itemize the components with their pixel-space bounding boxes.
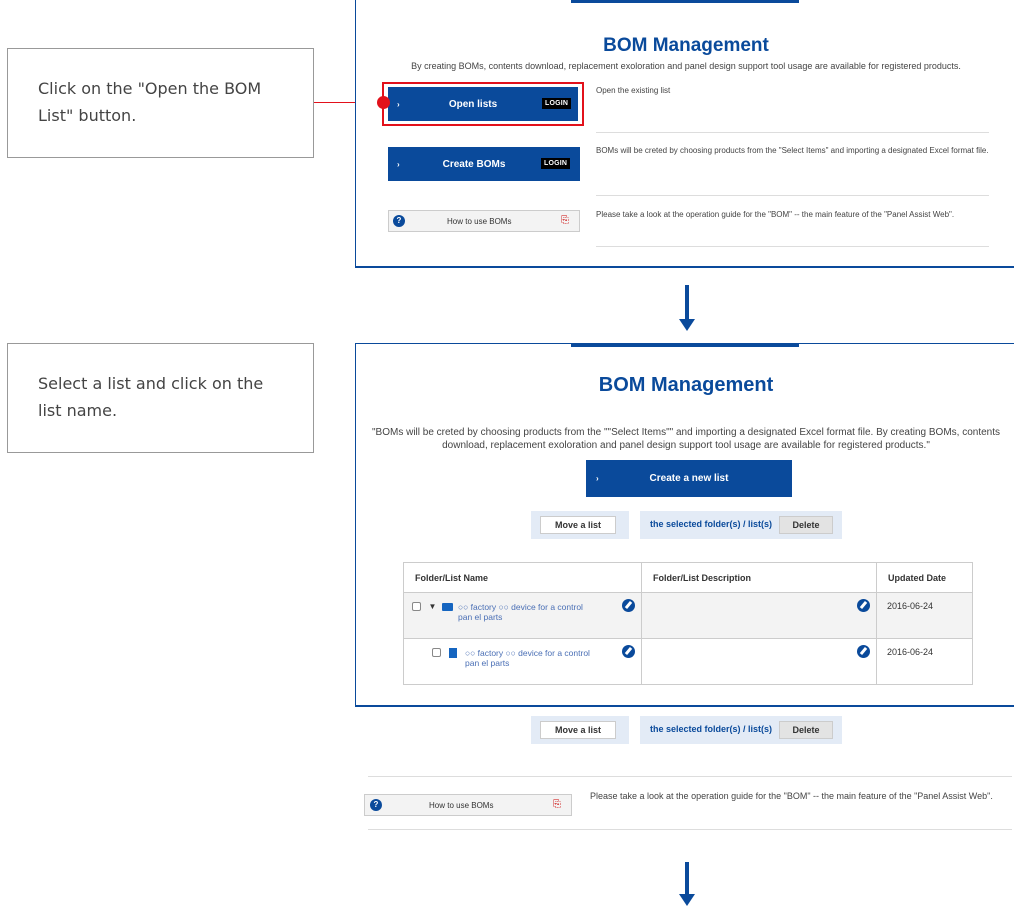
page-title: BOM Management bbox=[603, 35, 769, 56]
open-lists-description: Open the existing list bbox=[596, 86, 671, 95]
instruction-text: Click on the "Open the BOM List" button. bbox=[38, 79, 262, 125]
list-name-link[interactable]: ○○ factory ○○ device for a control pan e… bbox=[465, 648, 593, 668]
divider bbox=[596, 246, 989, 247]
expand-triangle-icon[interactable]: ▼ bbox=[429, 602, 437, 611]
panel-tab-indicator bbox=[571, 343, 799, 347]
down-arrow-icon bbox=[679, 862, 695, 910]
edit-icon[interactable] bbox=[857, 599, 870, 612]
description-cell bbox=[641, 638, 877, 685]
question-icon: ? bbox=[370, 799, 382, 811]
instruction-callout-step2: Select a list and click on the list name… bbox=[7, 343, 314, 453]
move-area: Move a list bbox=[531, 716, 629, 744]
page-subtitle: By creating BOMs, contents download, rep… bbox=[411, 61, 961, 71]
date-cell: 2016-06-24 bbox=[876, 592, 973, 639]
name-cell: ○○ factory ○○ device for a control pan e… bbox=[403, 638, 642, 685]
table-row: ▼ ○○ factory ○○ device for a control pan… bbox=[403, 592, 973, 639]
how-to-description: Please take a look at the operation guid… bbox=[596, 210, 955, 219]
row-checkbox[interactable] bbox=[412, 602, 421, 612]
divider bbox=[368, 776, 1012, 777]
divider bbox=[596, 195, 989, 196]
edit-icon[interactable] bbox=[622, 599, 635, 612]
page-title: BOM Management bbox=[598, 374, 774, 396]
instruction-text: Select a list and click on the list name… bbox=[38, 374, 264, 420]
description-cell bbox=[641, 592, 877, 639]
date-cell: 2016-06-24 bbox=[876, 638, 973, 685]
divider bbox=[368, 829, 1012, 830]
pdf-icon: ⎘ bbox=[553, 799, 561, 810]
selected-actions-area: the selected folder(s) / list(s) Delete bbox=[640, 716, 842, 744]
highlight-frame bbox=[382, 82, 584, 126]
list-icon bbox=[448, 647, 457, 658]
move-list-button[interactable]: Move a list bbox=[540, 516, 616, 534]
login-badge: LOGIN bbox=[541, 158, 571, 169]
create-boms-description: BOMs will be creted by choosing products… bbox=[596, 146, 989, 155]
bom-management-panel-lists: BOM Management "BOMs will be creted by c… bbox=[355, 343, 1014, 830]
table-header-row: Folder/List Name Folder/List Description… bbox=[403, 562, 973, 593]
selected-actions-area: the selected folder(s) / list(s) Delete bbox=[640, 511, 842, 539]
button-label: How to use BOMs bbox=[447, 217, 512, 226]
move-area: Move a list bbox=[531, 511, 629, 539]
bom-list-table: Folder/List Name Folder/List Description… bbox=[403, 562, 973, 685]
delete-button[interactable]: Delete bbox=[779, 516, 833, 534]
divider bbox=[596, 132, 989, 133]
page-description: "BOMs will be creted by choosing product… bbox=[371, 427, 1001, 451]
instruction-callout-step1: Click on the "Open the BOM List" button. bbox=[7, 48, 314, 158]
row-checkbox[interactable] bbox=[432, 648, 441, 658]
column-header-description: Folder/List Description bbox=[641, 562, 877, 593]
create-new-list-button[interactable]: › Create a new list bbox=[586, 460, 792, 497]
column-header-name: Folder/List Name bbox=[403, 562, 642, 593]
create-boms-button[interactable]: › Create BOMs LOGIN bbox=[388, 147, 580, 181]
pdf-icon: ⎘ bbox=[561, 215, 569, 226]
selected-items-label: the selected folder(s) / list(s) bbox=[650, 724, 773, 734]
how-to-use-boms-button[interactable]: ? How to use BOMs ⎘ bbox=[364, 794, 572, 816]
column-header-updated-date: Updated Date bbox=[876, 562, 973, 593]
button-label: Create a new list bbox=[649, 473, 729, 484]
move-list-button[interactable]: Move a list bbox=[540, 721, 616, 739]
button-label: How to use BOMs bbox=[429, 801, 494, 810]
how-to-use-boms-button[interactable]: ? How to use BOMs ⎘ bbox=[388, 210, 580, 232]
panel-tab-indicator bbox=[571, 0, 799, 3]
bom-management-panel-start: BOM Management By creating BOMs, content… bbox=[355, 0, 1014, 268]
delete-button[interactable]: Delete bbox=[779, 721, 833, 739]
question-icon: ? bbox=[393, 215, 405, 227]
folder-icon bbox=[441, 602, 453, 611]
folder-name-link[interactable]: ○○ factory ○○ device for a control pan e… bbox=[458, 602, 586, 622]
callout-connector-dot bbox=[377, 96, 390, 109]
edit-icon[interactable] bbox=[622, 645, 635, 658]
down-arrow-icon bbox=[679, 285, 695, 333]
table-row: ○○ factory ○○ device for a control pan e… bbox=[403, 638, 973, 685]
name-cell: ▼ ○○ factory ○○ device for a control pan… bbox=[403, 592, 642, 639]
selected-items-label: the selected folder(s) / list(s) bbox=[650, 519, 773, 529]
how-to-description: Please take a look at the operation guid… bbox=[590, 791, 993, 801]
edit-icon[interactable] bbox=[857, 645, 870, 658]
